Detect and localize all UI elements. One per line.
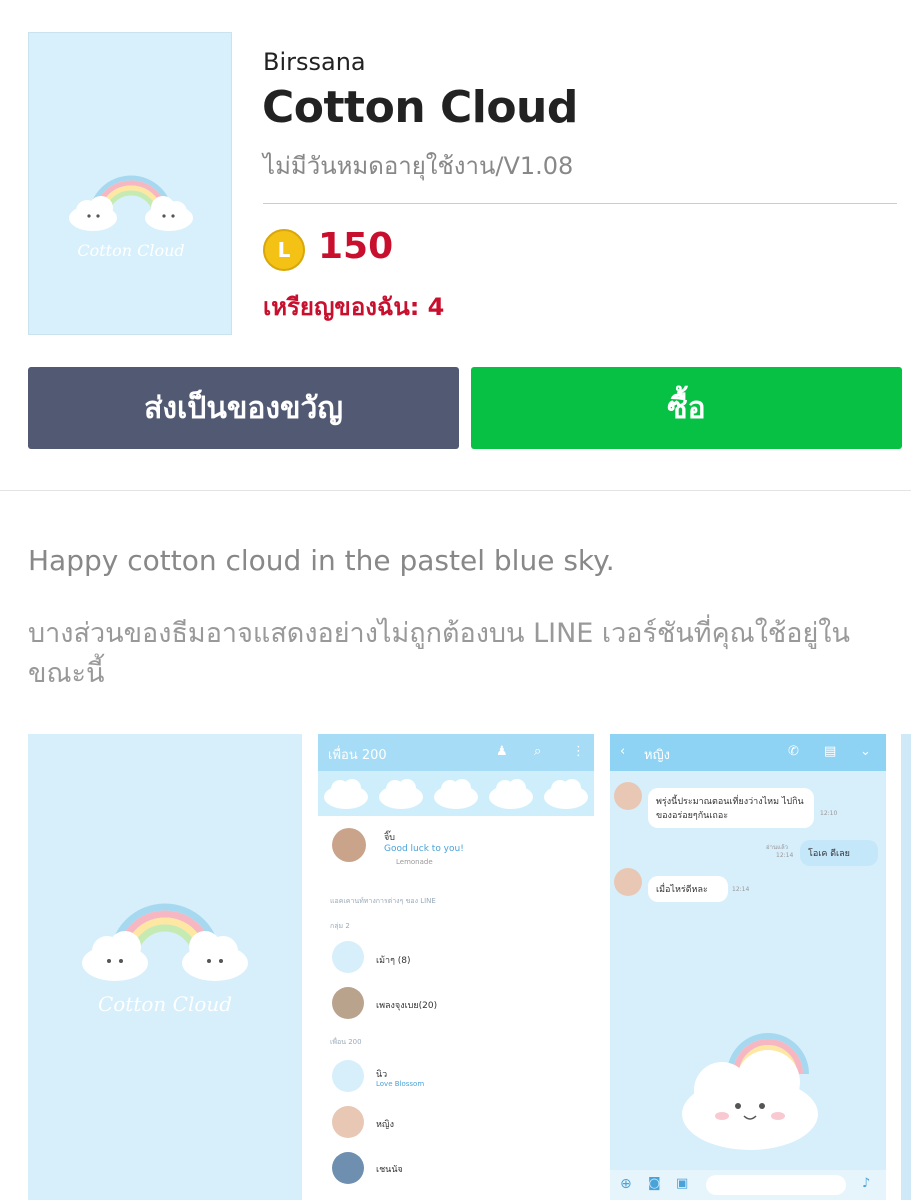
- phone-icon: ✆: [788, 744, 799, 759]
- image-icon: ▣: [676, 1176, 689, 1191]
- chat-header-title: หญิง: [644, 748, 670, 763]
- add-friend-icon: ♟: [496, 744, 508, 759]
- theme-description: Happy cotton cloud in the pastel blue sk…: [28, 544, 615, 577]
- my-coins: เหรียญของฉัน: 4: [263, 293, 445, 321]
- group-item-1: เม้าๆ (8): [376, 956, 411, 966]
- read-indicator: อ่านแล้ว: [766, 844, 788, 851]
- chat-background-cloud: [682, 1033, 818, 1150]
- theme-thumbnail: Cotton Cloud: [28, 32, 232, 335]
- chat-bubble-received: เมื่อไหร่ดีหละ: [648, 876, 728, 902]
- back-icon: ‹: [620, 744, 626, 759]
- friends-header-title: เพื่อน 200: [328, 748, 387, 763]
- friend-item-2: หญิง: [376, 1120, 394, 1130]
- friend-item-3: เชนนัจ: [376, 1165, 403, 1175]
- friend-avatar: [332, 1106, 364, 1138]
- preview-next-partial[interactable]: [901, 734, 911, 1200]
- camera-icon: ◙: [648, 1176, 661, 1191]
- search-icon: ⌕: [534, 744, 542, 759]
- section-official: แอคเคานท์ทางการต่างๆ ของ LINE: [330, 897, 436, 905]
- section-divider: [0, 490, 911, 491]
- chat-header: ‹ หญิง ✆ ▤ ⌄: [610, 734, 886, 771]
- compatibility-note: บางส่วนของธีมอาจแสดงอย่างไม่ถูกต้องบน LI…: [28, 618, 850, 689]
- friends-header: เพื่อน 200 ♟ ⌕ ⋮: [318, 734, 594, 771]
- price-amount: 150: [318, 226, 394, 267]
- chat-time: 12:10: [820, 810, 838, 817]
- chat-bubble-sent: โอเค ดีเลย: [800, 840, 878, 866]
- preview-splash[interactable]: Cotton Cloud: [28, 734, 302, 1200]
- avatar: [614, 782, 642, 810]
- author-name[interactable]: Birssana: [263, 48, 366, 76]
- chat-input-bar: ⊕ ◙ ▣ ♪: [610, 1170, 886, 1200]
- avatar: [332, 828, 366, 862]
- group-avatar: [332, 941, 364, 973]
- friend-1-status: Love Blossom: [376, 1080, 425, 1088]
- cloud-tab-icons: [324, 779, 588, 809]
- plus-icon: ⊕: [620, 1176, 632, 1192]
- friend-avatar: [332, 1060, 364, 1092]
- section-friends: เพื่อน 200: [330, 1038, 362, 1046]
- my-name: จิ๊บ: [384, 833, 395, 843]
- mic-icon: ♪: [862, 1176, 871, 1191]
- more-icon: ⋮: [572, 744, 585, 759]
- group-item-2: เพลงจุงเบย(20): [376, 1001, 438, 1011]
- preview-chat[interactable]: ‹ หญิง ✆ ▤ ⌄ พรุ่งนี้ประมาณตอนเที่ยงว่าง…: [610, 734, 886, 1200]
- my-status: Good luck to you!: [384, 844, 464, 854]
- message-input: [706, 1175, 846, 1195]
- theme-title: Cotton Cloud: [262, 82, 578, 133]
- group-avatar: [332, 987, 364, 1019]
- friend-item-1: นิว: [376, 1070, 388, 1080]
- validity-version: ไม่มีวันหมดอายุใช้งาน/V1.08: [263, 152, 574, 180]
- my-music: Lemonade: [396, 858, 433, 866]
- chat-time: 12:14: [732, 886, 750, 893]
- buy-button[interactable]: ซื้อ: [471, 367, 902, 449]
- section-groups: กลุ่ม 2: [330, 922, 350, 930]
- cloud-tabs: [318, 771, 594, 816]
- line-coin-icon: L: [263, 229, 305, 271]
- chat-time: 12:14: [776, 852, 794, 859]
- rainbow-cloud-illustration: [69, 175, 193, 231]
- preview-friends-list[interactable]: เพื่อน 200 ♟ ⌕ ⋮ จิ๊บ Good luck to you! …: [318, 734, 594, 1200]
- chevron-down-icon: ⌄: [860, 744, 871, 759]
- divider: [263, 203, 897, 204]
- friend-avatar: [332, 1152, 364, 1184]
- note-icon: ▤: [824, 744, 837, 759]
- rainbow-cloud-illustration: [82, 903, 248, 981]
- chat-bubble-received: พรุ่งนี้ประมาณตอนเที่ยงว่างไหม ไปกินของอ…: [648, 788, 814, 828]
- splash-label: Cotton Cloud: [97, 992, 233, 1016]
- thumbnail-label: Cotton Cloud: [77, 241, 185, 260]
- send-as-gift-button[interactable]: ส่งเป็นของขวัญ: [28, 367, 459, 449]
- avatar: [614, 868, 642, 896]
